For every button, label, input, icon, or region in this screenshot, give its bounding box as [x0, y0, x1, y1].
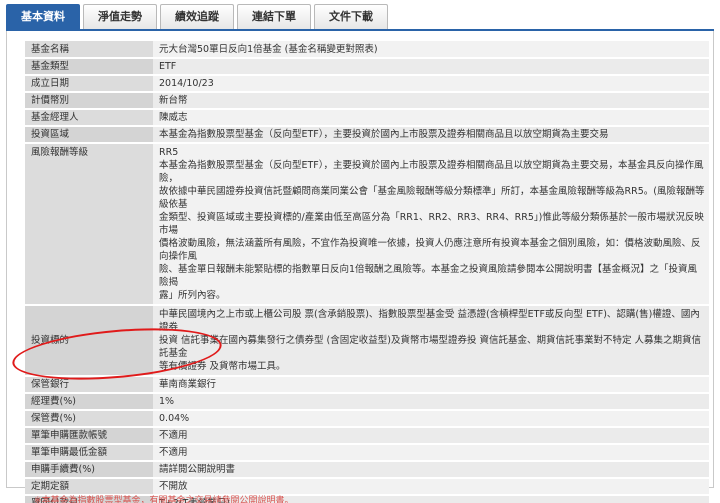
fund-type-label: 基金類型 [25, 58, 153, 75]
fund-manager-label: 基金經理人 [25, 109, 153, 126]
table-row: 成立日期 2014/10/23 [25, 75, 709, 92]
investment-target-label: 投資標的 [25, 305, 153, 376]
currency-label: 計價幣別 [25, 92, 153, 109]
table-row: 風險報酬等級 RR5 本基金為指數股票型基金（反向型ETF），主要投資於國內上市… [25, 143, 709, 305]
risk-level-value: RR5 本基金為指數股票型基金（反向型ETF），主要投資於國內上市股票及證券相關… [153, 143, 709, 305]
table-row: 經理費(%) 1% [25, 393, 709, 410]
regular-investment-value: 不開放 [153, 478, 709, 495]
currency-value: 新台幣 [153, 92, 709, 109]
investment-target-text-line: 投資 信託事業在國內募集發行之債券型 (含固定收益型)及貨幣市場型證券投 資信託… [159, 335, 701, 359]
risk-level-rating: RR5 [159, 147, 179, 158]
remittance-account-value: 不適用 [153, 427, 709, 444]
minimum-purchase-value: 不適用 [153, 444, 709, 461]
investment-target-text-line: 中華民國境內之上市或上櫃公司股 票(含承銷股票)、指數股票型基金受 益憑證(含槓… [159, 309, 700, 333]
risk-level-text-line: 價格波動風險，無法涵蓋所有風險，不宜作為投資唯一依據，投資人仍應注意所有投資本基… [159, 238, 701, 262]
minimum-purchase-label: 單筆申購最低金額 [25, 444, 153, 461]
regular-investment-label: 定期定額 [25, 478, 153, 495]
risk-level-text-line: 金類型、投資區域或主要投資標的/產業由低至高區分為「RR1、RR2、RR3、RR… [159, 212, 704, 236]
table-row: 單筆申購匯款帳號 不適用 [25, 427, 709, 444]
risk-level-text-line: 本基金為指數股票型基金（反向型ETF），主要投資於國內上市股票及證券相關商品且以… [159, 160, 704, 184]
investment-target-value: 中華民國境內之上市或上櫃公司股 票(含承銷股票)、指數股票型基金受 益憑證(含槓… [153, 305, 709, 376]
tab-basic-info[interactable]: 基本資料 [6, 4, 80, 30]
basic-info-panel: 基金名稱 元大台灣50單日反向1倍基金 (基金名稱變更對照表) 基金類型 ETF… [6, 31, 714, 503]
inception-date-label: 成立日期 [25, 75, 153, 92]
table-row: 單筆申購最低金額 不適用 [25, 444, 709, 461]
fund-info-table: 基金名稱 元大台灣50單日反向1倍基金 (基金名稱變更對照表) 基金類型 ETF… [25, 41, 709, 503]
custodian-bank-value: 華南商業銀行 [153, 376, 709, 393]
custodian-bank-label: 保管銀行 [25, 376, 153, 393]
management-fee-value: 1% [153, 393, 709, 410]
risk-level-text-line: 險、基金單日報酬未能緊貼標的指數單日反向1倍報酬之風險等。本基金之投資風險請參閱… [159, 264, 698, 288]
tab-performance[interactable]: 績效追蹤 [160, 4, 234, 30]
investment-target-text-line: 等有價證券 及貨幣市場工具。 [159, 361, 286, 372]
table-row: 基金類型 ETF [25, 58, 709, 75]
table-row: 保管銀行 華南商業銀行 [25, 376, 709, 393]
investment-region-value: 本基金為指數股票型基金（反向型ETF），主要投資於國內上市股票及證券相關商品且以… [153, 126, 709, 143]
custody-fee-label: 保管費(%) [25, 410, 153, 427]
tab-nav-trend[interactable]: 淨值走勢 [83, 4, 157, 30]
tab-order-link[interactable]: 連結下單 [237, 4, 311, 30]
remittance-account-label: 單筆申購匯款帳號 [25, 427, 153, 444]
table-row: 定期定額 不開放 [25, 478, 709, 495]
investment-region-label: 投資區域 [25, 126, 153, 143]
inception-date-value: 2014/10/23 [153, 75, 709, 92]
management-fee-label: 經理費(%) [25, 393, 153, 410]
table-row: 投資標的 中華民國境內之上市或上櫃公司股 票(含承銷股票)、指數股票型基金受 益… [25, 305, 709, 376]
risk-level-text-line: 露」所列內容。 [159, 290, 226, 301]
fund-name-label: 基金名稱 [25, 41, 153, 58]
risk-level-label: 風險報酬等級 [25, 143, 153, 305]
subscription-fee-value: 請詳閱公開說明書 [153, 461, 709, 478]
custody-fee-value: 0.04% [153, 410, 709, 427]
footer-note: ※本基金為指數股票型基金，有關基金之交易請參閱公開說明書。 [34, 496, 294, 503]
risk-level-text-line: 故依據中華民國證券投資信託暨顧問商業同業公會「基金風險報酬等級分類標準」所訂，本… [159, 186, 705, 210]
fund-name-value: 元大台灣50單日反向1倍基金 (基金名稱變更對照表) [153, 41, 709, 58]
table-row: 基金經理人 陳威志 [25, 109, 709, 126]
table-row: 計價幣別 新台幣 [25, 92, 709, 109]
table-row: 投資區域 本基金為指數股票型基金（反向型ETF），主要投資於國內上市股票及證券相… [25, 126, 709, 143]
table-row: 申購手續費(%) 請詳閱公開說明書 [25, 461, 709, 478]
tab-bar: 基本資料 淨值走勢 績效追蹤 連結下單 文件下載 [6, 4, 391, 30]
table-row: 保管費(%) 0.04% [25, 410, 709, 427]
table-row: 基金名稱 元大台灣50單日反向1倍基金 (基金名稱變更對照表) [25, 41, 709, 58]
tab-document-download[interactable]: 文件下載 [314, 4, 388, 30]
subscription-fee-label: 申購手續費(%) [25, 461, 153, 478]
fund-manager-value: 陳威志 [153, 109, 709, 126]
fund-type-value: ETF [153, 58, 709, 75]
